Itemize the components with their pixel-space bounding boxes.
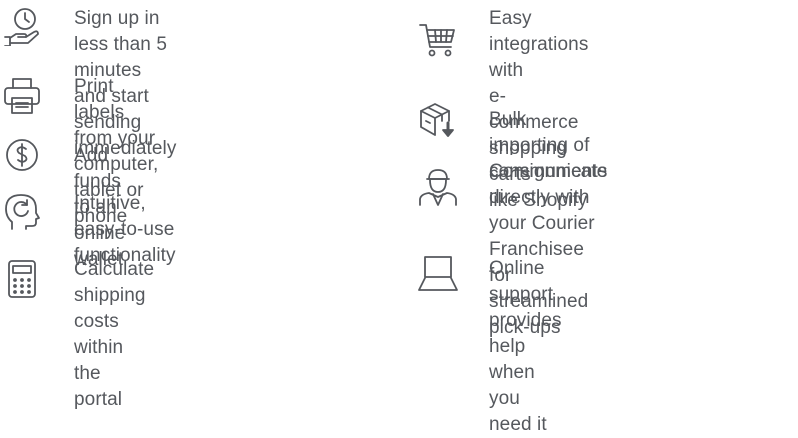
courier-person-icon xyxy=(418,167,458,207)
calculator-icon xyxy=(2,259,42,299)
laptop-icon xyxy=(418,253,458,293)
printer-icon xyxy=(2,76,42,116)
head-refresh-icon xyxy=(2,191,42,231)
shopping-cart-icon xyxy=(418,20,458,60)
feature-text-online-support: Online support provides help when you ne… xyxy=(489,258,562,435)
clock-hand-icon xyxy=(2,6,42,46)
dollar-coin-icon xyxy=(2,135,42,175)
package-download-icon xyxy=(418,99,458,139)
feature-text-calculate: Calculate shipping costs within the port… xyxy=(74,259,155,410)
